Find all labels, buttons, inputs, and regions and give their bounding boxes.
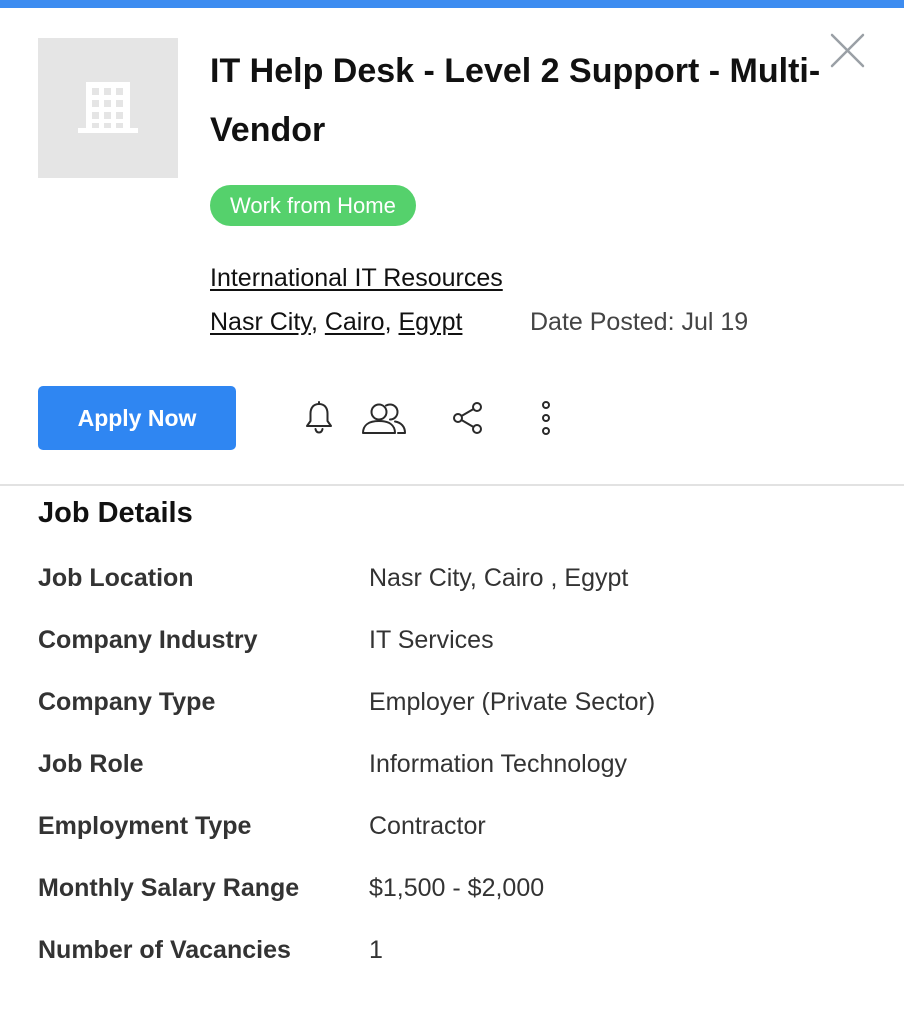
detail-row-job-location: Job Location Nasr City, Cairo , Egypt — [38, 558, 878, 620]
share-icon — [453, 402, 482, 434]
detail-row-job-role: Job Role Information Technology — [38, 744, 878, 806]
detail-row-number-of-vacancies: Number of Vacancies 1 — [38, 930, 878, 992]
detail-label: Company Industry — [38, 626, 258, 654]
apply-now-button[interactable]: Apply Now — [38, 386, 236, 450]
detail-row-company-type: Company Type Employer (Private Sector) — [38, 682, 878, 744]
company-logo — [38, 38, 178, 178]
share-button[interactable] — [446, 398, 490, 438]
users-icon — [362, 403, 406, 434]
more-vertical-icon — [542, 401, 550, 435]
job-alert-button[interactable] — [297, 398, 341, 438]
bell-icon — [306, 401, 332, 434]
close-icon — [830, 33, 865, 68]
detail-value: IT Services — [369, 626, 494, 654]
location-links: Nasr City, Cairo, Egypt — [210, 306, 462, 338]
detail-label: Employment Type — [38, 812, 252, 840]
city-link[interactable]: Nasr City — [210, 308, 311, 336]
detail-label: Job Role — [38, 750, 144, 778]
close-button[interactable] — [828, 30, 868, 70]
country-link[interactable]: Egypt — [399, 308, 463, 336]
detail-row-employment-type: Employment Type Contractor — [38, 806, 878, 868]
detail-value: Information Technology — [369, 750, 628, 778]
work-from-home-badge: Work from Home — [210, 185, 416, 226]
detail-label: Monthly Salary Range — [38, 874, 300, 902]
detail-value: Employer (Private Sector) — [369, 688, 656, 716]
job-details-heading: Job Details — [38, 497, 193, 529]
job-title: IT Help Desk - Level 2 Support - Multi-V… — [210, 52, 821, 149]
job-detail-panel: IT Help Desk - Level 2 Support - Multi-V… — [0, 0, 904, 1016]
region-link[interactable]: Cairo — [325, 308, 385, 336]
section-divider — [0, 484, 904, 486]
more-options-button[interactable] — [524, 398, 568, 438]
similar-jobs-button[interactable] — [359, 398, 409, 438]
location-separator: , — [384, 308, 399, 336]
detail-value: $1,500 - $2,000 — [369, 874, 545, 902]
detail-label: Job Location — [38, 564, 194, 592]
detail-row-company-industry: Company Industry IT Services — [38, 620, 878, 682]
location-separator: , — [310, 308, 325, 336]
job-details-list: Job Location Nasr City, Cairo , Egypt Co… — [38, 558, 878, 992]
building-icon — [78, 82, 138, 133]
date-posted: Date Posted: Jul 19 — [530, 308, 749, 336]
detail-value: Contractor — [369, 812, 486, 840]
detail-label: Company Type — [38, 688, 216, 716]
accent-bar — [0, 0, 904, 8]
detail-label: Number of Vacancies — [38, 936, 291, 964]
detail-row-monthly-salary-range: Monthly Salary Range $1,500 - $2,000 — [38, 868, 878, 930]
detail-value: 1 — [369, 936, 383, 964]
detail-value: Nasr City, Cairo , Egypt — [369, 564, 629, 592]
company-link[interactable]: International IT Resources — [210, 262, 503, 294]
